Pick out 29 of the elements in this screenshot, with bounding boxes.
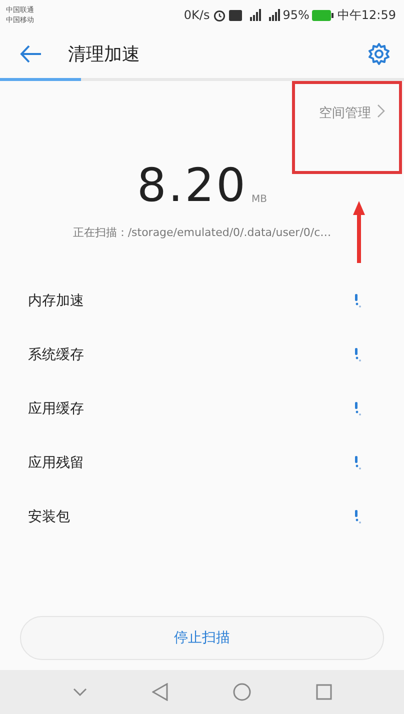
loading-icon — [354, 348, 362, 362]
recent-apps-icon[interactable] — [316, 684, 332, 700]
back-arrow-icon[interactable] — [20, 45, 42, 63]
clock: 中午12:59 — [337, 6, 396, 24]
junk-size: 8.20 — [137, 159, 248, 211]
page-title: 清理加速 — [68, 43, 141, 66]
size-unit: MB — [251, 194, 267, 205]
home-icon[interactable] — [232, 683, 250, 701]
collapse-icon[interactable] — [72, 688, 86, 696]
scanning-path: 正在扫描：/storage/emulated/0/.data/user/0/c… — [72, 225, 332, 240]
category-label: 内存加速 — [28, 292, 84, 310]
battery-percent: 95% — [282, 8, 310, 22]
loading-icon — [354, 402, 362, 416]
settings-icon[interactable] — [368, 43, 390, 65]
alarm-icon — [212, 8, 226, 22]
category-label: 系统缓存 — [28, 346, 84, 364]
category-label: 应用残留 — [28, 454, 84, 472]
back-icon[interactable] — [152, 683, 168, 701]
battery-icon — [312, 10, 334, 20]
loading-icon — [354, 294, 362, 308]
loading-icon — [354, 456, 362, 470]
arrow-drawing — [352, 201, 366, 263]
category-label: 安装包 — [28, 508, 70, 526]
loading-icon — [354, 510, 362, 524]
space-management-link[interactable]: 空间管理 — [319, 104, 371, 122]
network-speed: 0K/s — [184, 8, 210, 22]
stop-scan-button[interactable]: 停止扫描 — [20, 616, 384, 660]
category-label: 应用缓存 — [28, 400, 84, 418]
chevron-icon — [377, 104, 385, 118]
